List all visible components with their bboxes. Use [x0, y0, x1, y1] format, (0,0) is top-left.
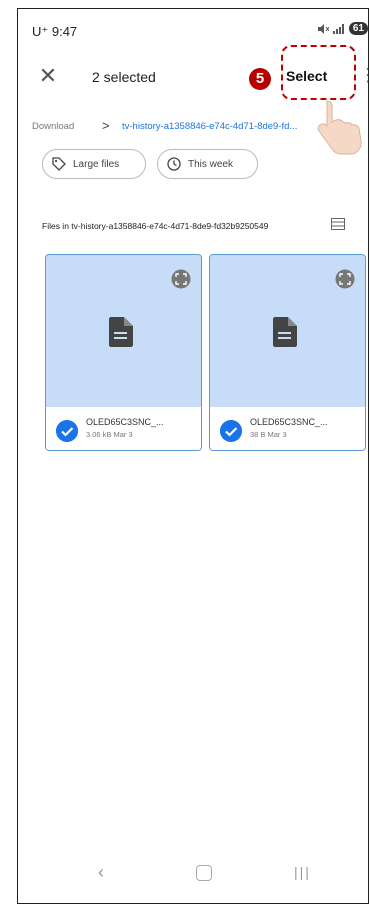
expand-icon[interactable] — [335, 269, 355, 289]
selection-count: 2 selected — [92, 69, 156, 85]
file-info: OLED65C3SNC_... 38 B Mar 3 — [210, 407, 365, 450]
file-meta: 38 B Mar 3 — [250, 430, 287, 439]
document-icon — [109, 317, 133, 347]
filter-chips: Large files This week — [42, 149, 342, 183]
breadcrumb-separator: > — [102, 118, 110, 133]
mute-icon — [317, 23, 329, 34]
file-card[interactable]: OLED65C3SNC_... 38 B Mar 3 — [209, 254, 366, 451]
file-preview — [46, 255, 201, 407]
files-section-header: Files in tv-history-a1358846-e74c-4d71-8… — [18, 214, 368, 238]
step-badge: 5 — [249, 68, 271, 90]
file-info: OLED65C3SNC_... 3.06 kB Mar 3 — [46, 407, 201, 450]
select-highlight-box — [281, 45, 356, 100]
file-card[interactable]: OLED65C3SNC_... 3.06 kB Mar 3 — [45, 254, 202, 451]
check-circle-icon[interactable] — [56, 420, 78, 442]
battery-icon: 61 — [348, 22, 368, 35]
file-name: OLED65C3SNC_... — [250, 417, 328, 427]
breadcrumb-current-folder[interactable]: tv-history-a1358846-e74c-4d71-8de9-fd... — [122, 121, 297, 132]
section-title: Files in tv-history-a1358846-e74c-4d71-8… — [42, 221, 269, 231]
signal-icon — [332, 23, 344, 34]
status-time: U⁺ 9:47 — [32, 24, 78, 39]
breadcrumb: Download > tv-history-a1358846-e74c-4d71… — [18, 109, 368, 145]
more-options-icon[interactable]: ⋮ — [359, 66, 368, 84]
document-icon — [273, 317, 297, 347]
list-view-icon[interactable] — [331, 218, 345, 230]
breadcrumb-download[interactable]: Download — [32, 121, 74, 132]
phone-screen: U⁺ 9:47 61 ✕ 2 selected Select ⋮ 5 Downl… — [17, 8, 369, 904]
expand-icon[interactable] — [171, 269, 191, 289]
system-nav-bar: ‹ ||| — [18, 854, 368, 894]
check-circle-icon[interactable] — [220, 420, 242, 442]
chip-large-files-label: Large files — [73, 158, 120, 170]
chip-this-week-label: This week — [188, 158, 234, 170]
history-icon — [167, 157, 181, 171]
nav-recents-icon[interactable]: ||| — [294, 864, 311, 880]
status-icons: 61 — [317, 22, 368, 35]
status-bar: U⁺ 9:47 61 — [18, 9, 368, 49]
nav-back-icon[interactable]: ‹ — [98, 862, 104, 883]
chip-large-files[interactable]: Large files — [42, 149, 146, 179]
chip-this-week[interactable]: This week — [157, 149, 258, 179]
file-preview — [210, 255, 365, 407]
close-icon[interactable]: ✕ — [36, 64, 60, 88]
file-meta: 3.06 kB Mar 3 — [86, 430, 133, 439]
file-name: OLED65C3SNC_... — [86, 417, 164, 427]
tag-icon — [52, 157, 66, 171]
nav-home-icon[interactable] — [196, 865, 212, 881]
